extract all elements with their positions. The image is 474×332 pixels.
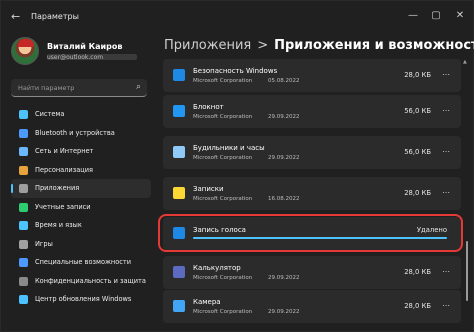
sidebar-item-label: Система xyxy=(35,110,65,118)
sticky-notes-icon xyxy=(173,187,185,199)
app-publisher: Microsoft Corporation xyxy=(193,309,253,315)
app-name: Безопасность Windows xyxy=(193,67,278,75)
app-row[interactable]: Камера Microsoft Corporation 29.09.2022 28,… xyxy=(163,290,461,323)
sidebar-item[interactable]: Система xyxy=(11,105,151,124)
search-input[interactable]: Найти параметр ⌕ xyxy=(11,79,147,97)
app-row[interactable]: Записки Microsoft Corporation 16.08.2022 28… xyxy=(163,177,461,210)
app-name: Камера xyxy=(193,298,221,306)
notepad-icon xyxy=(173,105,185,117)
sidebar-item-label: Центр обновления Windows xyxy=(35,295,132,303)
app-install-date: 29.09.2022 xyxy=(268,114,300,120)
sidebar-item[interactable]: Конфиденциальность и защита xyxy=(11,272,151,291)
sidebar-item[interactable]: Специальные возможности xyxy=(11,253,151,272)
scroll-up-icon[interactable]: ▲ xyxy=(463,59,467,65)
title-bar: ← Параметры — ▢ ✕ xyxy=(1,1,474,31)
app-publisher: Microsoft Corporation xyxy=(193,114,253,120)
update-icon xyxy=(19,295,28,304)
calculator-icon xyxy=(173,266,185,278)
app-size: 56,0 КБ xyxy=(404,148,431,156)
app-name: Калькулятор xyxy=(193,264,241,272)
sidebar-item[interactable]: Центр обновления Windows xyxy=(11,290,151,309)
search-icon: ⌕ xyxy=(135,82,141,92)
accessibility-icon xyxy=(19,258,28,267)
app-size: 28,0 КБ xyxy=(404,71,431,79)
sidebar-item-label: Bluetooth и устройства xyxy=(35,128,115,137)
app-install-date: 29.09.2022 xyxy=(268,309,300,315)
more-options-icon[interactable]: ⋯ xyxy=(442,267,451,276)
page-title: Приложения и возможности xyxy=(274,38,474,53)
app-row[interactable]: Безопасность Windows Microsoft Corporatio… xyxy=(163,59,461,92)
camera-icon xyxy=(173,300,185,312)
maximize-button[interactable]: ▢ xyxy=(429,9,443,23)
more-options-icon[interactable]: ⋯ xyxy=(442,188,451,197)
app-size: 28,0 КБ xyxy=(404,302,431,310)
app-row[interactable]: Калькулятор Microsoft Corporation 29.09.20… xyxy=(163,256,461,289)
sidebar-item-label: Приложения xyxy=(35,184,80,192)
shield-icon xyxy=(19,276,28,286)
app-row[interactable]: Блокнот Microsoft Corporation 29.09.2022 56… xyxy=(163,95,461,128)
back-arrow-icon[interactable]: ← xyxy=(11,11,23,23)
app-install-date: 05.08.2022 xyxy=(268,78,300,84)
user-name: Виталий Каиров xyxy=(47,42,123,51)
minimize-button[interactable]: — xyxy=(406,9,420,23)
app-name: Блокнот xyxy=(193,103,224,111)
user-email: user@outlook.com xyxy=(47,54,137,60)
highlight-frame xyxy=(158,214,463,252)
breadcrumb-separator: > xyxy=(257,38,269,53)
time-language-icon xyxy=(19,221,28,230)
sidebar-item-label: Персонализация xyxy=(35,165,93,174)
app-publisher: Microsoft Corporation xyxy=(193,196,253,202)
app-size: 56,0 КБ xyxy=(404,107,431,115)
app-install-date: 29.09.2022 xyxy=(268,155,300,161)
system-icon xyxy=(19,110,28,119)
app-publisher: Microsoft Corporation xyxy=(193,78,253,84)
app-size: 28,0 КБ xyxy=(404,189,431,197)
app-install-date: 29.09.2022 xyxy=(268,275,300,281)
apps-icon xyxy=(19,184,28,193)
personalization-icon xyxy=(19,165,28,175)
app-list: Безопасность Windows Microsoft Corporatio… xyxy=(163,57,461,332)
scrollbar-thumb[interactable] xyxy=(466,241,468,301)
app-publisher: Microsoft Corporation xyxy=(193,155,253,161)
avatar xyxy=(11,37,39,65)
sidebar-item[interactable]: Сеть и Интернет xyxy=(11,142,151,161)
sidebar-item-label: Учетные записи xyxy=(35,202,91,211)
sidebar-item[interactable]: Персонализация xyxy=(11,161,151,180)
settings-window: ← Параметры — ▢ ✕ Виталий Каиров user@ou… xyxy=(0,0,474,332)
more-options-icon[interactable]: ⋯ xyxy=(442,106,451,115)
sidebar-item[interactable]: Игры xyxy=(11,235,151,254)
network-icon xyxy=(19,147,28,156)
sidebar-item[interactable]: Приложения xyxy=(11,179,151,198)
alarms-clock-icon xyxy=(173,146,185,158)
more-options-icon[interactable]: ⋯ xyxy=(442,301,451,310)
app-size: 28,0 КБ xyxy=(404,268,431,276)
more-options-icon[interactable]: ⋯ xyxy=(442,70,451,79)
sidebar-item-label: Игры xyxy=(35,239,53,248)
sidebar-item[interactable]: Учетные записи xyxy=(11,198,151,217)
gaming-icon xyxy=(19,239,28,249)
breadcrumb: Приложения > Приложения и возможности xyxy=(164,38,474,53)
app-name: Будильники и часы xyxy=(193,144,265,152)
more-options-icon[interactable]: ⋯ xyxy=(442,147,451,156)
app-publisher: Microsoft Corporation xyxy=(193,275,253,281)
app-row[interactable]: Будильники и часы Microsoft Corporation 29… xyxy=(163,136,461,169)
window-title: Параметры xyxy=(31,12,79,21)
sidebar-item[interactable]: Bluetooth и устройства xyxy=(11,124,151,143)
user-profile[interactable]: Виталий Каиров user@outlook.com xyxy=(11,37,161,71)
close-button[interactable]: ✕ xyxy=(453,9,467,23)
search-placeholder: Найти параметр xyxy=(18,84,75,92)
app-name: Записки xyxy=(193,185,224,193)
breadcrumb-parent[interactable]: Приложения xyxy=(164,38,251,53)
accounts-icon xyxy=(19,202,28,212)
sidebar-item[interactable]: Время и язык xyxy=(11,216,151,235)
sidebar-nav: Система Bluetooth и устройства Сеть и Инте… xyxy=(11,105,151,309)
sidebar-item-label: Специальные возможности xyxy=(35,258,132,266)
windows-security-icon xyxy=(173,69,185,81)
bluetooth-icon xyxy=(19,128,28,138)
sidebar-item-label: Сеть и Интернет xyxy=(35,147,94,155)
sidebar-item-label: Время и язык xyxy=(35,221,82,229)
sidebar-item-label: Конфиденциальность и защита xyxy=(35,276,146,285)
app-install-date: 16.08.2022 xyxy=(268,196,300,202)
